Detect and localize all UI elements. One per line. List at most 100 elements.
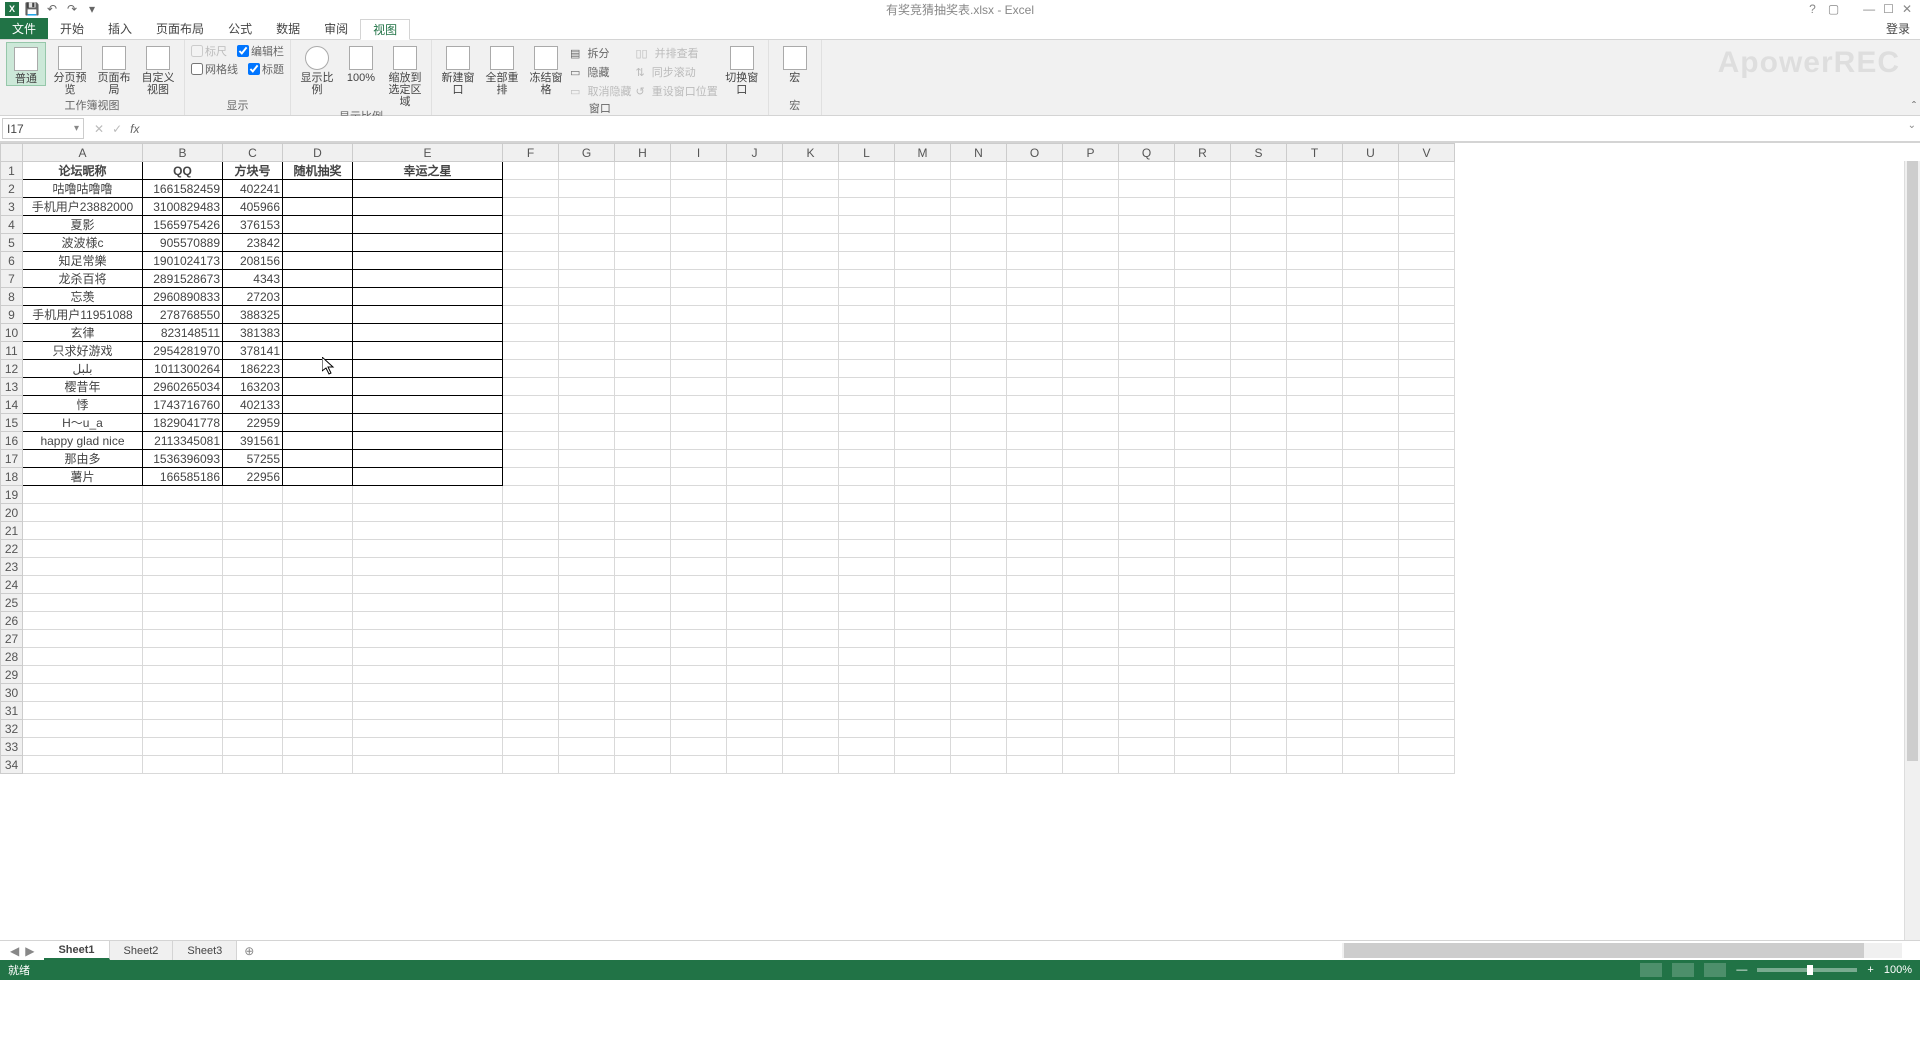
cell[interactable] bbox=[1119, 738, 1175, 756]
cell[interactable]: 402133 bbox=[223, 396, 283, 414]
cell[interactable] bbox=[1175, 522, 1231, 540]
cell[interactable] bbox=[559, 756, 615, 774]
cell[interactable] bbox=[1399, 702, 1455, 720]
cell[interactable] bbox=[559, 468, 615, 486]
cell[interactable] bbox=[727, 522, 783, 540]
cell[interactable] bbox=[23, 702, 143, 720]
row-header[interactable]: 18 bbox=[1, 468, 23, 486]
zoom-in-button[interactable]: + bbox=[1867, 964, 1873, 976]
cell[interactable] bbox=[559, 450, 615, 468]
cell[interactable] bbox=[353, 198, 503, 216]
cell[interactable] bbox=[1231, 252, 1287, 270]
cell[interactable]: 1661582459 bbox=[143, 180, 223, 198]
cell[interactable]: H～u_a bbox=[23, 414, 143, 432]
cell[interactable] bbox=[895, 558, 951, 576]
cell[interactable] bbox=[1119, 342, 1175, 360]
cell[interactable] bbox=[1343, 522, 1399, 540]
row-header[interactable]: 3 bbox=[1, 198, 23, 216]
cell[interactable] bbox=[1231, 540, 1287, 558]
row-header[interactable]: 29 bbox=[1, 666, 23, 684]
cell[interactable] bbox=[783, 558, 839, 576]
cell[interactable] bbox=[1287, 396, 1343, 414]
cell[interactable] bbox=[283, 234, 353, 252]
cell[interactable] bbox=[1007, 198, 1063, 216]
cell[interactable]: بلبل bbox=[23, 360, 143, 378]
cell[interactable]: 樱昔年 bbox=[23, 378, 143, 396]
cell[interactable] bbox=[1231, 270, 1287, 288]
cell[interactable] bbox=[1343, 324, 1399, 342]
cell[interactable] bbox=[559, 558, 615, 576]
cell[interactable] bbox=[1287, 180, 1343, 198]
cell[interactable] bbox=[671, 612, 727, 630]
cell[interactable] bbox=[143, 630, 223, 648]
cell[interactable] bbox=[23, 666, 143, 684]
cell[interactable] bbox=[559, 612, 615, 630]
cell[interactable] bbox=[727, 234, 783, 252]
cell[interactable] bbox=[615, 522, 671, 540]
cell[interactable] bbox=[895, 270, 951, 288]
cell[interactable] bbox=[951, 324, 1007, 342]
cell[interactable] bbox=[1007, 576, 1063, 594]
cell[interactable] bbox=[783, 180, 839, 198]
cell[interactable] bbox=[1063, 216, 1119, 234]
cell[interactable]: 186223 bbox=[223, 360, 283, 378]
cell[interactable] bbox=[559, 522, 615, 540]
cell[interactable] bbox=[1063, 270, 1119, 288]
cell[interactable] bbox=[895, 702, 951, 720]
cell[interactable] bbox=[1007, 558, 1063, 576]
cell[interactable] bbox=[1063, 612, 1119, 630]
cell[interactable] bbox=[1007, 234, 1063, 252]
cell[interactable] bbox=[223, 666, 283, 684]
cell[interactable] bbox=[727, 252, 783, 270]
nav-next-icon[interactable]: ▶ bbox=[25, 944, 34, 958]
cell[interactable] bbox=[283, 504, 353, 522]
zoom-level[interactable]: 100% bbox=[1884, 964, 1912, 976]
view-pagebreak-button[interactable]: 分页预览 bbox=[50, 42, 90, 96]
cell[interactable] bbox=[671, 684, 727, 702]
cell[interactable] bbox=[839, 666, 895, 684]
cell[interactable] bbox=[839, 522, 895, 540]
cell[interactable] bbox=[1119, 504, 1175, 522]
cell[interactable] bbox=[1007, 630, 1063, 648]
cell[interactable] bbox=[1007, 612, 1063, 630]
cell[interactable] bbox=[1007, 540, 1063, 558]
cell[interactable] bbox=[671, 234, 727, 252]
gridlines-checkbox[interactable]: 网格线 bbox=[191, 60, 238, 78]
cell[interactable] bbox=[23, 504, 143, 522]
cell[interactable] bbox=[1399, 162, 1455, 180]
row-header[interactable]: 12 bbox=[1, 360, 23, 378]
cell[interactable] bbox=[671, 270, 727, 288]
cell[interactable] bbox=[839, 720, 895, 738]
cell[interactable] bbox=[727, 756, 783, 774]
cell[interactable] bbox=[615, 756, 671, 774]
column-header[interactable]: L bbox=[839, 144, 895, 162]
cell[interactable] bbox=[1343, 414, 1399, 432]
cell[interactable] bbox=[671, 216, 727, 234]
cell[interactable] bbox=[353, 720, 503, 738]
cell[interactable] bbox=[1343, 342, 1399, 360]
row-header[interactable]: 7 bbox=[1, 270, 23, 288]
cell[interactable] bbox=[283, 432, 353, 450]
cell[interactable] bbox=[615, 720, 671, 738]
cell[interactable] bbox=[951, 432, 1007, 450]
cell[interactable] bbox=[727, 540, 783, 558]
cell[interactable] bbox=[23, 486, 143, 504]
cell[interactable] bbox=[1287, 450, 1343, 468]
cell[interactable] bbox=[727, 666, 783, 684]
cell[interactable] bbox=[951, 522, 1007, 540]
cell[interactable] bbox=[23, 594, 143, 612]
cell[interactable] bbox=[1119, 612, 1175, 630]
cell[interactable] bbox=[727, 450, 783, 468]
cell[interactable] bbox=[1007, 702, 1063, 720]
cell[interactable] bbox=[559, 288, 615, 306]
cell[interactable] bbox=[143, 522, 223, 540]
cell[interactable] bbox=[503, 558, 559, 576]
cell[interactable] bbox=[839, 198, 895, 216]
cell[interactable] bbox=[1231, 612, 1287, 630]
cell[interactable] bbox=[951, 414, 1007, 432]
cell[interactable] bbox=[1287, 378, 1343, 396]
cell[interactable] bbox=[1343, 162, 1399, 180]
cell[interactable] bbox=[951, 756, 1007, 774]
cell[interactable] bbox=[1063, 558, 1119, 576]
cell[interactable] bbox=[559, 684, 615, 702]
